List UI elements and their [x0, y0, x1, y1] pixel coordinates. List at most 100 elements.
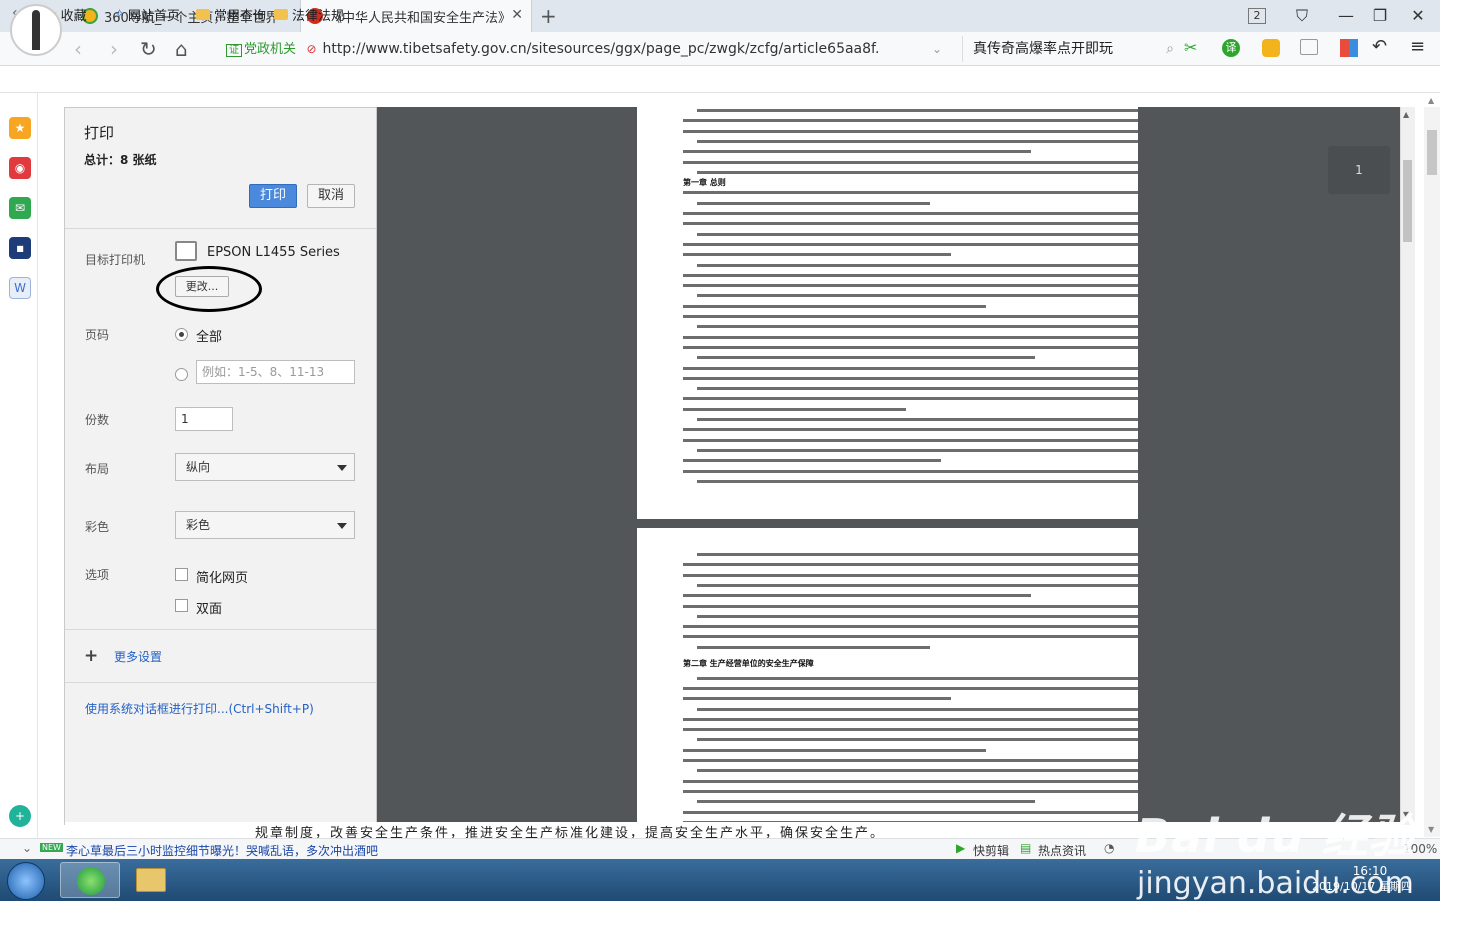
pages-custom-radio[interactable] — [175, 368, 188, 381]
preview-text-line — [683, 779, 1138, 783]
preview-text-line — [683, 728, 1138, 732]
taskbar-browser[interactable] — [60, 862, 120, 898]
preview-scroll-thumb[interactable] — [1403, 160, 1412, 242]
mail-icon[interactable]: ✉ — [9, 197, 31, 219]
quick-clip-link[interactable]: 快剪辑 — [973, 842, 1009, 859]
back-icon[interactable]: ‹ — [74, 37, 82, 61]
no-ad-icon: ⊘ — [306, 42, 317, 56]
plus-icon[interactable]: + — [84, 646, 98, 666]
color-select[interactable]: 彩色 — [175, 511, 355, 539]
system-dialog-link[interactable]: 使用系统对话框进行打印...(Ctrl+Shift+P) — [85, 700, 314, 717]
page-number-badge: 1 — [1328, 146, 1390, 194]
hot-news-link[interactable]: 热点资讯 — [1038, 842, 1086, 859]
preview-text-line — [683, 594, 1031, 598]
news-icon[interactable]: ■ — [9, 237, 31, 259]
tab-360-nav[interactable]: 360导航_一个主页，整个世界 — [76, 0, 300, 32]
add-icon[interactable]: + — [9, 805, 31, 827]
preview-text-line — [683, 150, 1031, 154]
search-icon[interactable]: ⌕ — [1166, 36, 1174, 62]
minimize-button[interactable]: — — [1334, 4, 1358, 28]
preview-text-line — [697, 109, 1138, 112]
refresh-icon[interactable]: ↻ — [140, 37, 157, 61]
preview-page-1: 第一章 总则 — [637, 107, 1138, 519]
duplex-checkbox[interactable] — [175, 599, 188, 612]
preview-text-line — [697, 294, 1138, 298]
print-button[interactable]: 打印 — [249, 184, 297, 208]
close-window-button[interactable]: ✕ — [1406, 4, 1430, 28]
preview-text-line — [683, 191, 1138, 195]
options-label: 选项 — [85, 568, 110, 582]
wallet-icon[interactable] — [1262, 39, 1280, 57]
bookmark-common-query[interactable]: 常用查询 — [196, 5, 266, 24]
scroll-down-icon[interactable]: ▼ — [1428, 825, 1434, 834]
start-button[interactable] — [7, 862, 45, 900]
search-input[interactable]: 真传奇高爆率点开即玩 ⌕ — [962, 36, 1174, 62]
printer-label: 目标打印机 — [85, 253, 146, 267]
forward-icon[interactable]: › — [110, 37, 118, 61]
undo-icon[interactable]: ↶ — [1372, 36, 1387, 57]
page-range-input[interactable]: 例如：1-5、8、11-13 — [196, 360, 355, 384]
printer-icon — [175, 241, 197, 261]
preview-text-line — [683, 697, 951, 701]
pages-all-label: 全部 — [196, 330, 223, 345]
preview-text-line — [683, 635, 1138, 639]
user-avatar[interactable] — [10, 4, 62, 56]
dropdown-chevron-icon[interactable]: ⌄ — [932, 36, 942, 62]
page-scrollbar[interactable] — [1424, 107, 1440, 837]
simplify-label: 简化网页 — [196, 571, 249, 586]
search-text: 真传奇高爆率点开即玩 — [973, 41, 1113, 57]
close-tab-icon[interactable]: ✕ — [511, 7, 523, 23]
favorites-star-icon[interactable]: ★ — [9, 117, 31, 139]
preview-text-line — [697, 263, 1138, 267]
preview-text-line — [683, 604, 1138, 608]
color-label: 彩色 — [85, 520, 110, 534]
new-tab-button[interactable]: + — [540, 4, 557, 28]
menu-icon[interactable]: ≡ — [1410, 36, 1425, 57]
news-ticker[interactable]: 李心草最后三小时监控细节曝光！哭喊乱语，多次冲出酒吧 — [66, 842, 378, 859]
preview-text-line — [683, 469, 1138, 473]
copies-label: 份数 — [85, 413, 110, 427]
more-settings-link[interactable]: 更多设置 — [114, 648, 162, 665]
address-bar[interactable]: 证党政机关 ⊘ http://www.tibetsafety.gov.cn/sit… — [226, 36, 956, 62]
print-title: 打印 — [84, 124, 115, 142]
bookmark-laws[interactable]: 法律法规 — [274, 5, 344, 24]
preview-text-line — [697, 387, 1138, 391]
preview-text-line — [683, 222, 1138, 226]
simplify-checkbox[interactable] — [175, 568, 188, 581]
image-icon[interactable] — [1300, 39, 1318, 55]
preview-text-line — [697, 800, 1035, 804]
home-icon[interactable]: ⌂ — [175, 37, 188, 61]
preview-text-line — [697, 553, 1138, 556]
security-badge: 党政机关 — [244, 42, 297, 57]
translate-icon[interactable]: 译 — [1222, 39, 1240, 57]
preview-text-line — [683, 345, 1138, 349]
copies-input[interactable]: 1 — [175, 407, 233, 431]
color-value: 彩色 — [186, 518, 211, 532]
taskbar-explorer[interactable] — [122, 862, 182, 898]
browser-icon — [77, 867, 105, 895]
folder-icon — [136, 868, 166, 892]
restore-button[interactable]: ❐ — [1368, 4, 1392, 28]
layout-select[interactable]: 纵向 — [175, 453, 355, 481]
speed-icon[interactable]: ◔ — [1104, 841, 1114, 855]
chevron-down-icon[interactable]: ⌄ — [22, 841, 32, 855]
apps-grid-icon[interactable] — [1340, 39, 1358, 57]
preview-text-line — [697, 232, 1138, 236]
doc-icon[interactable]: W — [9, 277, 31, 299]
scissors-icon[interactable]: ✂ — [1184, 38, 1197, 57]
tab-count-badge[interactable]: 2 — [1248, 8, 1266, 24]
preview-text-line — [683, 438, 1138, 442]
preview-text-line — [697, 479, 1138, 483]
scroll-up-icon[interactable]: ▲ — [1428, 96, 1434, 105]
chapter-heading: 第一章 总则 — [683, 178, 726, 187]
play-icon: ▶ — [956, 841, 966, 855]
shirt-icon[interactable]: ⛉ — [1290, 4, 1314, 28]
page-scroll-thumb[interactable] — [1427, 130, 1437, 175]
pages-all-radio[interactable] — [175, 328, 188, 341]
weibo-icon[interactable]: ◉ — [9, 157, 31, 179]
chevron-down-icon — [337, 523, 347, 529]
bookmark-homepage[interactable]: ✧ 网站首页 — [114, 5, 180, 24]
scroll-up-icon[interactable]: ▲ — [1403, 110, 1409, 119]
cancel-button[interactable]: 取消 — [307, 184, 355, 208]
preview-text-line — [683, 625, 1138, 629]
